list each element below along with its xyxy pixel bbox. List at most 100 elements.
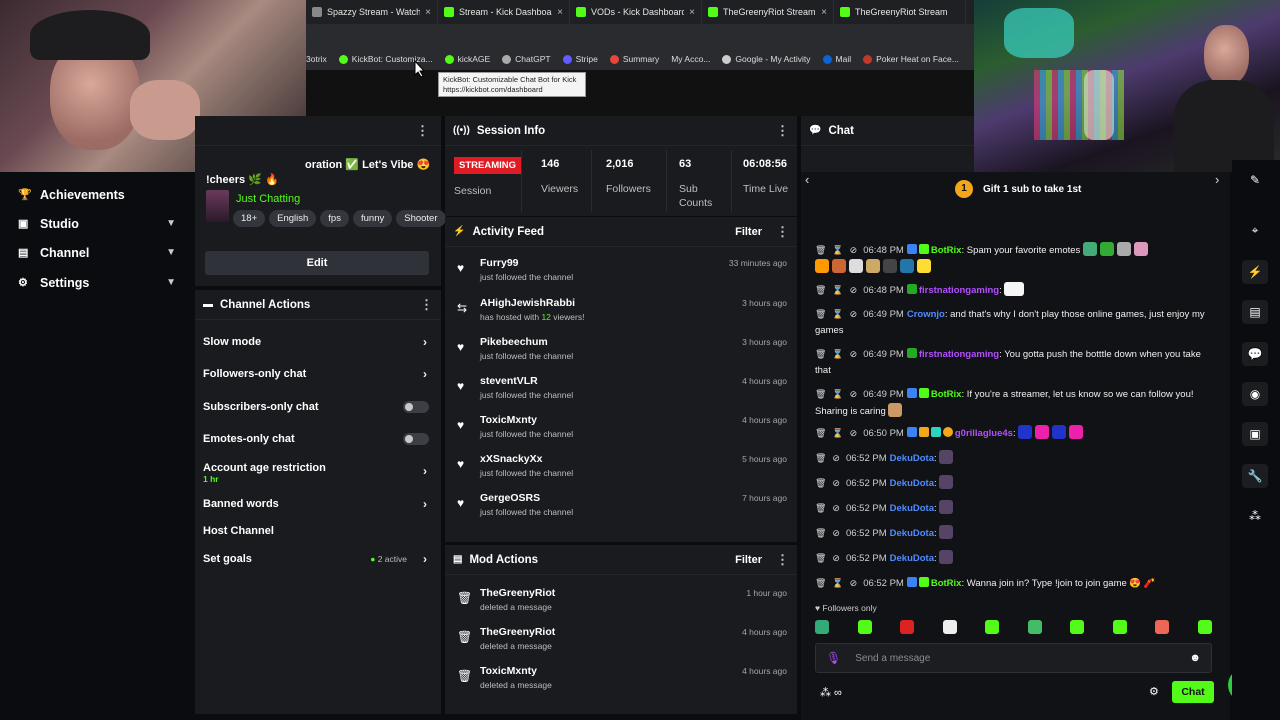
apps-icon[interactable]: ⁂ — [1242, 504, 1268, 528]
bookmark[interactable]: Google - My Activity — [722, 54, 811, 64]
mod-tools-icon[interactable]: 🗑⊘ — [815, 503, 846, 513]
mod-tools-icon[interactable]: 🗑⌛⊘ — [815, 245, 863, 255]
chevron-down-icon: ▼ — [166, 247, 176, 258]
emote[interactable] — [857, 620, 872, 634]
close-icon[interactable]: × — [557, 7, 563, 18]
sidebar-item-studio[interactable]: ▣ Studio ▼ — [0, 209, 190, 238]
tag[interactable]: Shooter — [396, 210, 446, 227]
more-icon[interactable]: ⋮ — [416, 123, 429, 139]
microphone-icon[interactable]: 🎙 — [826, 651, 841, 665]
browser-tab[interactable]: TheGreenyRiot Stream — [834, 0, 966, 24]
emoji-icon[interactable]: ☻ — [1189, 652, 1201, 664]
mod-tools-icon[interactable]: 🗑⌛⊘ — [815, 309, 863, 319]
mod-list-icon[interactable]: ▣ — [1242, 422, 1268, 446]
channel-actions-icon: ▬ — [203, 299, 213, 310]
mod-tools-icon[interactable]: 🗑⌛⊘ — [815, 349, 863, 359]
wrench-icon[interactable]: 🔧 — [1242, 464, 1268, 488]
bookmark[interactable]: Mail — [822, 54, 851, 64]
set-goals-row[interactable]: Set goals ● 2 active › — [203, 547, 429, 571]
account-age-row[interactable]: Account age restriction 1 hr › — [203, 458, 429, 488]
more-icon[interactable]: ⋮ — [776, 224, 789, 240]
gear-icon[interactable]: ⚙ — [1149, 685, 1159, 698]
bookmark[interactable]: kickAGE — [444, 54, 490, 64]
activity-filter-button[interactable]: Filter — [735, 226, 762, 238]
chevron-down-icon: ▼ — [166, 277, 176, 288]
pinned-prev-icon[interactable]: ‹ — [805, 172, 809, 187]
close-icon[interactable]: × — [425, 7, 431, 18]
bookmark-tooltip: KickBot: Customizable Chat Bot for Kick … — [438, 72, 586, 97]
mod-tools-icon[interactable]: 🗑⊘ — [815, 553, 846, 563]
emote[interactable] — [1027, 620, 1042, 634]
browser-tab[interactable]: VODs - Kick Dashboard × — [570, 0, 702, 24]
bookmark[interactable]: ChatGPT — [502, 54, 551, 64]
emote[interactable] — [942, 620, 957, 634]
camera-icon[interactable]: ⌖ — [1242, 218, 1268, 242]
mod-tools-icon[interactable]: 🗑⌛⊘ — [815, 578, 863, 588]
chat-input[interactable]: 🎙 Send a message ☻ — [815, 643, 1212, 673]
close-icon[interactable]: × — [689, 7, 695, 18]
chevron-right-icon: › — [423, 464, 427, 478]
sidebar-item-achievements[interactable]: 🏆 Achievements — [0, 180, 190, 209]
pencil-icon[interactable]: ✎ — [1242, 168, 1268, 192]
emotes-only-toggle[interactable] — [403, 433, 429, 445]
url-bar[interactable] — [306, 24, 974, 48]
chat-settings-icons[interactable]: ⁂ ∞ — [820, 686, 842, 699]
broadcast-icon[interactable]: ◉ — [1242, 382, 1268, 406]
mod-tools-icon[interactable]: 🗑⌛⊘ — [815, 389, 863, 399]
mod-tools-icon[interactable]: 🗑⊘ — [815, 528, 846, 538]
browser-tab[interactable]: Spazzy Stream - Watch × — [306, 0, 438, 24]
tag[interactable]: English — [269, 210, 317, 227]
mod-tools-icon[interactable]: 🗑⊘ — [815, 453, 846, 463]
emote[interactable] — [1070, 620, 1085, 634]
sidebar-item-settings[interactable]: ⚙ Settings ▼ — [0, 268, 190, 297]
slow-mode-row[interactable]: Slow mode › — [203, 330, 429, 354]
followers-only-row[interactable]: Followers-only chat › — [203, 362, 429, 386]
bookmark[interactable]: 3otrix — [306, 54, 327, 64]
mod-tools-icon[interactable]: 🗑⊘ — [815, 478, 846, 488]
bookmark[interactable]: Poker Heat on Face... — [863, 54, 959, 64]
browser-tab[interactable]: Stream - Kick Dashboard × — [438, 0, 570, 24]
document-icon[interactable]: ▤ — [1242, 300, 1268, 324]
banned-words-row[interactable]: Banned words › — [203, 492, 429, 516]
emote[interactable] — [1197, 620, 1212, 634]
more-icon[interactable]: ⋮ — [420, 297, 433, 313]
goals-status: ● 2 active — [370, 554, 407, 564]
tag[interactable]: 18+ — [233, 210, 266, 227]
mod-filter-button[interactable]: Filter — [735, 554, 762, 566]
subscribers-only-toggle[interactable] — [403, 401, 429, 413]
bookmark[interactable]: My Acco... — [671, 54, 710, 64]
bookmark[interactable]: Summary — [609, 54, 659, 64]
channel-actions-panel: ▬ Channel Actions ⋮ Slow mode › Followers-o… — [195, 290, 441, 714]
tag[interactable]: funny — [352, 210, 393, 227]
chat-icon[interactable]: 💬 — [1242, 342, 1268, 366]
bookmarks-bar: 3otrix KickBot: Customiza... kickAGE Cha… — [306, 48, 974, 70]
edit-button[interactable]: Edit — [205, 251, 429, 275]
send-chat-button[interactable]: Chat — [1172, 681, 1214, 703]
bolt-icon[interactable]: ⚡ — [1242, 260, 1268, 284]
bot-badge — [906, 244, 917, 254]
emote[interactable] — [815, 620, 829, 634]
more-icon[interactable]: ⋮ — [776, 552, 789, 568]
sidebar-item-channel[interactable]: ▤ Channel ▼ — [0, 238, 190, 267]
browser-tab[interactable]: TheGreenyRiot Stream - Wa× — [702, 0, 834, 24]
chat-message: 🗑⊘06:52 PM DekuDota: — [815, 525, 1210, 542]
kick-icon — [576, 7, 586, 17]
feed-item: ♥ steventVLR just followed the channel 4 ho… — [457, 375, 787, 400]
mod-tools-icon[interactable]: 🗑⌛⊘ — [815, 285, 863, 295]
emote[interactable] — [1112, 620, 1127, 634]
category-link[interactable]: Just Chatting — [236, 193, 300, 205]
bookmark[interactable]: Stripe — [562, 54, 598, 64]
chat-message: 🗑⊘06:52 PM DekuDota: — [815, 500, 1210, 517]
mod-item: 🗑 TheGreenyRiot deleted a message 4 hours a… — [457, 626, 787, 651]
pinned-next-icon[interactable]: › — [1215, 172, 1219, 187]
emote[interactable] — [900, 620, 915, 634]
mod-tools-icon[interactable]: 🗑⌛⊘ — [815, 428, 863, 438]
tag[interactable]: fps — [320, 210, 349, 227]
close-icon[interactable]: × — [821, 7, 827, 18]
emote[interactable] — [985, 620, 1000, 634]
host-channel-row[interactable]: Host Channel — [203, 519, 429, 543]
more-icon[interactable]: ⋮ — [776, 123, 789, 139]
chevron-right-icon: › — [423, 552, 427, 566]
subscribers-only-row: Subscribers-only chat — [203, 395, 429, 419]
emote[interactable] — [1155, 620, 1170, 634]
